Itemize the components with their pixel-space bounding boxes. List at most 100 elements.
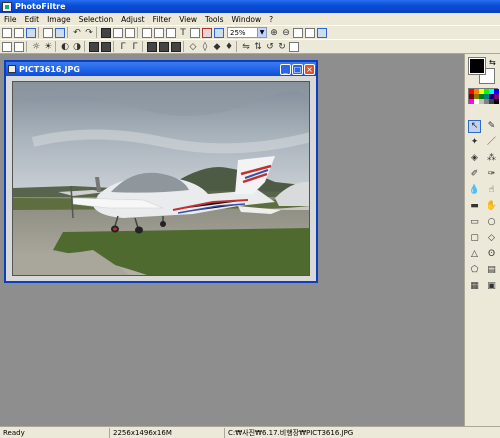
app-titlebar: PhotoFiltre [0, 0, 500, 13]
zoom-value: 25% [230, 28, 246, 37]
sepia-icon[interactable] [159, 41, 169, 52]
menu-edit[interactable]: Edit [21, 15, 44, 24]
rotate-180-icon[interactable] [289, 41, 299, 52]
rectangle-icon[interactable]: ▭ [468, 216, 481, 229]
document-titlebar[interactable]: PICT3616.JPG _ □ × [6, 62, 316, 76]
save-icon[interactable] [26, 27, 36, 38]
zoom-in-icon[interactable]: ⊕ [269, 28, 279, 38]
copy-icon[interactable] [113, 27, 123, 38]
new-icon[interactable] [2, 27, 12, 38]
app-title: PhotoFiltre [15, 2, 66, 11]
color-palette[interactable] [468, 88, 499, 104]
flip-vertical-icon[interactable]: ⇅ [253, 42, 263, 52]
smudge-icon[interactable]: ☝ [485, 184, 498, 197]
brightness-plus-icon[interactable]: ☀ [43, 42, 53, 52]
document-window[interactable]: PICT3616.JPG _ □ × [4, 60, 318, 283]
polygon-icon[interactable]: ⬠ [468, 264, 481, 277]
sharpen-icon[interactable]: ◆ [212, 42, 222, 52]
toolbar-separator [236, 41, 237, 52]
rotate-right-icon[interactable]: ↻ [277, 42, 287, 52]
sharpen-more-icon[interactable]: ♦ [224, 42, 234, 52]
scan-icon[interactable] [43, 27, 53, 38]
menu-view[interactable]: View [175, 15, 201, 24]
auto-levels-icon[interactable] [2, 41, 12, 52]
text-icon[interactable]: T [178, 28, 188, 38]
swap-colors-icon[interactable]: ⇆ [489, 58, 496, 67]
flip-horizontal-icon[interactable]: ⇋ [241, 42, 251, 52]
close-icon[interactable]: × [304, 63, 315, 75]
frame-icon[interactable] [190, 27, 200, 38]
clone-stamp-icon[interactable]: ▬ [468, 200, 481, 213]
menu-tools[interactable]: Tools [201, 15, 227, 24]
maximize-icon[interactable]: □ [292, 63, 303, 75]
magic-wand-icon[interactable]: ✦ [468, 136, 481, 149]
menu-help[interactable]: ? [265, 15, 277, 24]
redo-icon[interactable]: ↷ [84, 28, 94, 38]
menu-window[interactable]: Window [228, 15, 266, 24]
batch-icon[interactable] [214, 27, 224, 38]
grid-icon[interactable]: ▦ [468, 280, 481, 293]
zoom-out-icon[interactable]: ⊖ [281, 28, 291, 38]
toolbar-separator [96, 27, 97, 38]
blur-drop-icon[interactable]: 💧 [468, 184, 481, 197]
palette-swatch[interactable] [494, 99, 499, 104]
airplane-photo [13, 82, 309, 275]
status-bar: Ready 2256x1496x16M C:₩사진₩6.17.비행장₩PICT3… [0, 426, 500, 438]
menu-selection[interactable]: Selection [75, 15, 118, 24]
gamma-minus-icon[interactable]: Γ [118, 42, 128, 52]
filter-icon[interactable] [202, 27, 212, 38]
zoom-select[interactable]: 25% ▼ [227, 27, 267, 38]
cut-icon[interactable] [101, 27, 111, 38]
paste-icon[interactable] [125, 27, 135, 38]
spray-icon[interactable]: ⁂ [485, 152, 498, 165]
menu-file[interactable]: File [0, 15, 21, 24]
print-icon[interactable] [55, 27, 65, 38]
blur-icon[interactable]: ◊ [200, 42, 210, 52]
lasso-icon[interactable]: ʘ [485, 248, 498, 261]
canvas-size-icon[interactable] [166, 27, 176, 38]
eyedropper-icon[interactable]: ✎ [485, 120, 498, 133]
diamond-icon[interactable]: ◇ [485, 232, 498, 245]
invert-icon[interactable] [171, 41, 181, 52]
foreground-color-swatch[interactable] [468, 57, 486, 75]
open-icon[interactable] [14, 27, 24, 38]
menu-bar: File Edit Image Selection Adjust Filter … [0, 13, 500, 25]
brightness-minus-icon[interactable]: ☼ [31, 42, 41, 52]
rotate-left-icon[interactable]: ↺ [265, 42, 275, 52]
fill-bucket-icon[interactable]: ◈ [468, 152, 481, 165]
triangle-icon[interactable]: △ [468, 248, 481, 261]
minimize-icon[interactable]: _ [280, 63, 291, 75]
layer-icon[interactable]: ▣ [485, 280, 498, 293]
chevron-down-icon[interactable]: ▼ [257, 28, 266, 37]
full-screen-icon[interactable] [317, 27, 327, 38]
open-folder-icon[interactable]: ▤ [485, 264, 498, 277]
image-size-icon[interactable] [154, 27, 164, 38]
toolbar-separator [55, 41, 56, 52]
rounded-rectangle-icon[interactable]: ▢ [468, 232, 481, 245]
saturation-plus-icon[interactable] [101, 41, 111, 52]
soften-icon[interactable]: ◇ [188, 42, 198, 52]
menu-adjust[interactable]: Adjust [117, 15, 148, 24]
grayscale-icon[interactable] [147, 41, 157, 52]
document-client-area [6, 76, 316, 281]
image-canvas[interactable] [12, 81, 310, 276]
brush-icon[interactable]: ✐ [468, 168, 481, 181]
contrast-minus-icon[interactable]: ◐ [60, 42, 70, 52]
menu-filter[interactable]: Filter [149, 15, 176, 24]
toolbar-separator [137, 27, 138, 38]
contrast-plus-icon[interactable]: ◑ [72, 42, 82, 52]
saturation-minus-icon[interactable] [89, 41, 99, 52]
actual-size-icon[interactable] [293, 27, 303, 38]
selection-tool-icon[interactable]: ↖ [468, 120, 481, 133]
gamma-plus-icon[interactable]: Γ [130, 42, 140, 52]
duplicate-icon[interactable] [142, 27, 152, 38]
hand-icon[interactable]: ✋ [485, 200, 498, 213]
line-tool-icon[interactable]: ／ [485, 136, 498, 149]
fit-window-icon[interactable] [305, 27, 315, 38]
toolbar-separator [38, 27, 39, 38]
menu-image[interactable]: Image [43, 15, 75, 24]
advanced-brush-icon[interactable]: ✑ [485, 168, 498, 181]
ellipse-icon[interactable]: ○ [485, 216, 498, 229]
undo-icon[interactable]: ↶ [72, 28, 82, 38]
auto-contrast-icon[interactable] [14, 41, 24, 52]
